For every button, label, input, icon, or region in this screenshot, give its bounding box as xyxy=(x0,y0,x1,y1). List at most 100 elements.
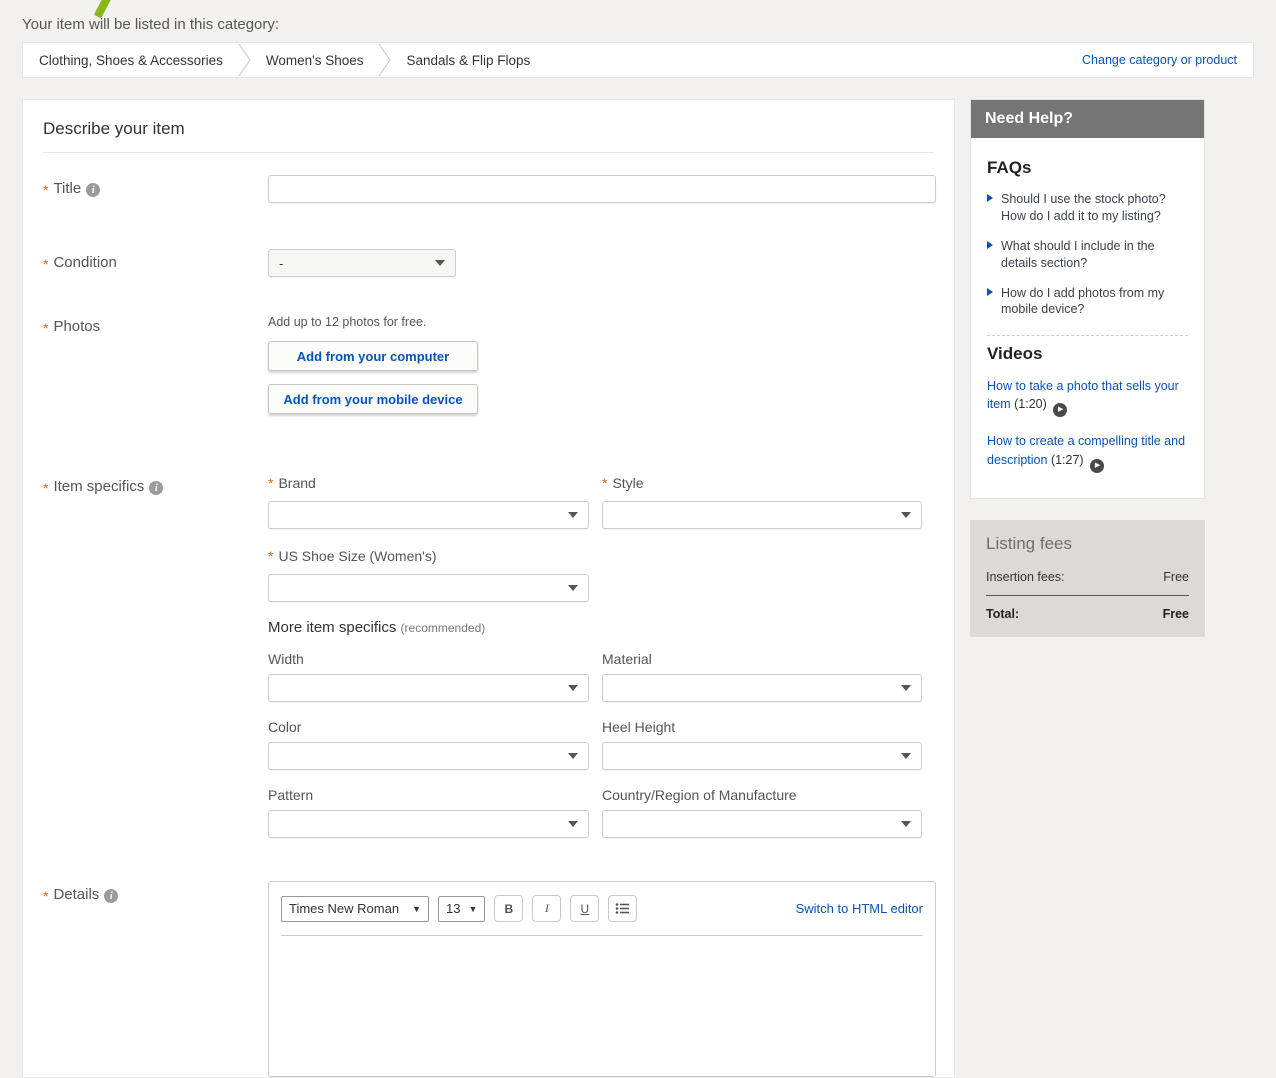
brand-dropdown[interactable] xyxy=(268,501,589,529)
required-asterisk: * xyxy=(43,254,48,275)
info-icon[interactable]: i xyxy=(104,889,118,903)
pattern-label: Pattern xyxy=(268,787,313,803)
faq-text: How do I add photos from my mobile devic… xyxy=(1001,285,1188,319)
dropdown-arrow-icon xyxy=(901,753,911,759)
listing-fees-heading: Listing fees xyxy=(986,534,1189,554)
required-asterisk: * xyxy=(268,546,273,567)
shoe-size-dropdown[interactable] xyxy=(268,574,589,602)
play-icon[interactable]: ▶ xyxy=(1053,403,1067,417)
title-label-group: * Title i xyxy=(43,175,268,203)
breadcrumb-item-sandals[interactable]: Sandals & Flip Flops xyxy=(392,53,544,68)
shoe-size-label: US Shoe Size (Women's) xyxy=(278,548,436,564)
details-row: * Details i Times New Roman ▼ 13 ▼ B I xyxy=(23,881,954,1077)
dropdown-arrow-icon xyxy=(568,685,578,691)
item-specifics-label: Item specifics xyxy=(53,478,144,495)
required-asterisk: * xyxy=(602,473,607,494)
country-field: Country/Region of Manufacture xyxy=(602,787,922,838)
dropdown-arrow-icon xyxy=(568,512,578,518)
faq-text: Should I use the stock photo? How do I a… xyxy=(1001,191,1188,225)
style-dropdown[interactable] xyxy=(602,501,922,529)
select-caret-icon: ▼ xyxy=(412,904,421,914)
required-asterisk: * xyxy=(43,180,48,201)
video-duration: (1:27) xyxy=(1051,453,1084,467)
condition-selected-value: - xyxy=(279,256,283,271)
insertion-fees-value: Free xyxy=(1163,570,1189,584)
details-label-group: * Details i xyxy=(43,881,268,1077)
editor-content-area[interactable] xyxy=(269,936,935,1076)
info-icon[interactable]: i xyxy=(86,183,100,197)
color-dropdown[interactable] xyxy=(268,742,589,770)
heel-height-field: Heel Height xyxy=(602,719,922,770)
describe-item-panel: Describe your item * Title i * Condition… xyxy=(22,99,955,1078)
underline-button[interactable]: U xyxy=(570,895,599,922)
faq-text: What should I include in the details sec… xyxy=(1001,238,1188,272)
play-icon[interactable]: ▶ xyxy=(1090,459,1104,473)
faqs-heading: FAQs xyxy=(987,158,1188,178)
add-from-computer-button[interactable]: Add from your computer xyxy=(268,341,478,371)
required-asterisk: * xyxy=(43,478,48,499)
font-size-select[interactable]: 13 ▼ xyxy=(438,896,485,922)
info-icon[interactable]: i xyxy=(149,481,163,495)
condition-row: * Condition - xyxy=(23,249,954,277)
width-dropdown[interactable] xyxy=(268,674,589,702)
listing-fees-box: Listing fees Insertion fees: Free Total:… xyxy=(970,520,1205,637)
video-item-title: How to create a compelling title and des… xyxy=(987,432,1188,472)
title-label: Title xyxy=(53,180,81,197)
insertion-fees-row: Insertion fees: Free xyxy=(986,567,1189,596)
change-category-link[interactable]: Change category or product xyxy=(1082,53,1237,67)
photos-field: Add up to 12 photos for free. Add from y… xyxy=(268,313,478,427)
font-family-select[interactable]: Times New Roman ▼ xyxy=(281,896,429,922)
shoe-size-field: * US Shoe Size (Women's) xyxy=(268,546,589,602)
faq-item-mobile-photos[interactable]: How do I add photos from my mobile devic… xyxy=(987,285,1188,319)
dashed-divider xyxy=(987,335,1188,336)
editor-toolbar: Times New Roman ▼ 13 ▼ B I U xyxy=(269,882,935,935)
material-field: Material xyxy=(602,651,922,702)
title-input[interactable] xyxy=(268,175,936,203)
arrow-right-icon xyxy=(987,288,993,296)
width-field: Width xyxy=(268,651,589,702)
heel-height-dropdown[interactable] xyxy=(602,742,922,770)
photos-hint: Add up to 12 photos for free. xyxy=(268,315,478,329)
category-header: Your item will be listed in this categor… xyxy=(0,0,1276,78)
item-specifics-fields: * Brand * Style xyxy=(268,473,936,855)
font-family-value: Times New Roman xyxy=(289,901,399,916)
video-link-title[interactable]: How to create a compelling title and des… xyxy=(987,434,1185,466)
item-specifics-row: * Item specifics i * Brand xyxy=(23,473,954,855)
italic-button[interactable]: I xyxy=(532,895,561,922)
need-help-header: Need Help? xyxy=(971,100,1204,138)
condition-dropdown[interactable]: - xyxy=(268,249,456,277)
dropdown-arrow-icon xyxy=(901,821,911,827)
arrow-right-icon xyxy=(987,194,993,202)
breadcrumb-item-womens-shoes[interactable]: Women's Shoes xyxy=(252,53,378,68)
total-fees-row: Total: Free xyxy=(986,596,1189,621)
sidebar: Need Help? FAQs Should I use the stock p… xyxy=(970,99,1205,637)
brand-label: Brand xyxy=(278,475,315,491)
total-label: Total: xyxy=(986,607,1019,621)
bullet-list-button[interactable] xyxy=(608,895,637,922)
need-help-box: Need Help? FAQs Should I use the stock p… xyxy=(970,99,1205,499)
breadcrumb-items: Clothing, Shoes & Accessories Women's Sh… xyxy=(39,43,544,77)
arrow-right-icon xyxy=(987,241,993,249)
faq-item-details-section[interactable]: What should I include in the details sec… xyxy=(987,238,1188,272)
pattern-dropdown[interactable] xyxy=(268,810,589,838)
faq-item-stock-photo[interactable]: Should I use the stock photo? How do I a… xyxy=(987,191,1188,225)
condition-label: Condition xyxy=(53,254,116,271)
video-duration: (1:20) xyxy=(1014,397,1047,411)
more-item-specifics-heading: More item specifics (recommended) xyxy=(268,619,936,636)
bullet-list-icon xyxy=(615,902,630,915)
more-specs-text: More item specifics xyxy=(268,619,396,636)
style-label: Style xyxy=(612,475,643,491)
category-note: Your item will be listed in this categor… xyxy=(22,16,1254,33)
bold-button[interactable]: B xyxy=(494,895,523,922)
title-row: * Title i xyxy=(23,175,954,203)
pattern-field: Pattern xyxy=(268,787,589,838)
photos-label: Photos xyxy=(53,318,100,335)
switch-html-editor-link[interactable]: Switch to HTML editor xyxy=(796,901,923,916)
dropdown-arrow-icon xyxy=(901,512,911,518)
add-from-mobile-button[interactable]: Add from your mobile device xyxy=(268,384,478,414)
material-dropdown[interactable] xyxy=(602,674,922,702)
style-field: * Style xyxy=(602,473,922,529)
breadcrumb-item-clothing[interactable]: Clothing, Shoes & Accessories xyxy=(39,53,237,68)
chevron-right-icon xyxy=(377,43,392,77)
country-dropdown[interactable] xyxy=(602,810,922,838)
